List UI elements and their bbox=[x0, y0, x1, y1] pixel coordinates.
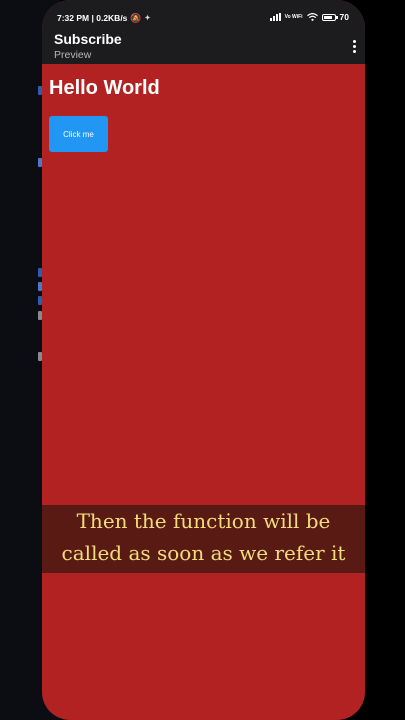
caption-line-2: called as soon as we refer it bbox=[61, 541, 346, 565]
battery-icon bbox=[321, 13, 338, 21]
signal-icon bbox=[269, 13, 281, 21]
status-time-speed: 7:32 PM | 0.2KB/s bbox=[57, 13, 128, 23]
notification-icon: ✦ bbox=[144, 14, 151, 22]
volte-icon: Vo WiFi bbox=[284, 13, 303, 20]
app-subtitle: Preview bbox=[54, 49, 92, 61]
status-left: 7:32 PM | 0.2KB/s 🔕 ✦ bbox=[57, 13, 151, 23]
more-vert-icon[interactable] bbox=[345, 36, 363, 56]
video-frame: 7:32 PM | 0.2KB/s 🔕 ✦ Vo WiFi 70 Subscri… bbox=[0, 0, 405, 720]
wifi-icon bbox=[306, 13, 318, 21]
mute-icon: 🔕 bbox=[130, 12, 142, 23]
battery-level: 70 bbox=[339, 12, 349, 22]
click-me-button[interactable]: Click me bbox=[49, 116, 108, 152]
app-title: Subscribe bbox=[54, 31, 122, 47]
caption-line-1: Then the function will be bbox=[76, 509, 331, 533]
page-heading: Hello World bbox=[49, 77, 160, 99]
status-right: Vo WiFi 70 bbox=[269, 12, 349, 22]
app-bar: Subscribe Preview bbox=[42, 28, 365, 64]
status-bar: 7:32 PM | 0.2KB/s 🔕 ✦ Vo WiFi 70 bbox=[42, 0, 365, 28]
phone-screen: 7:32 PM | 0.2KB/s 🔕 ✦ Vo WiFi 70 Subscri… bbox=[42, 0, 365, 720]
video-caption: Then the function will be called as soon… bbox=[42, 505, 365, 573]
battery-fill bbox=[323, 15, 332, 19]
